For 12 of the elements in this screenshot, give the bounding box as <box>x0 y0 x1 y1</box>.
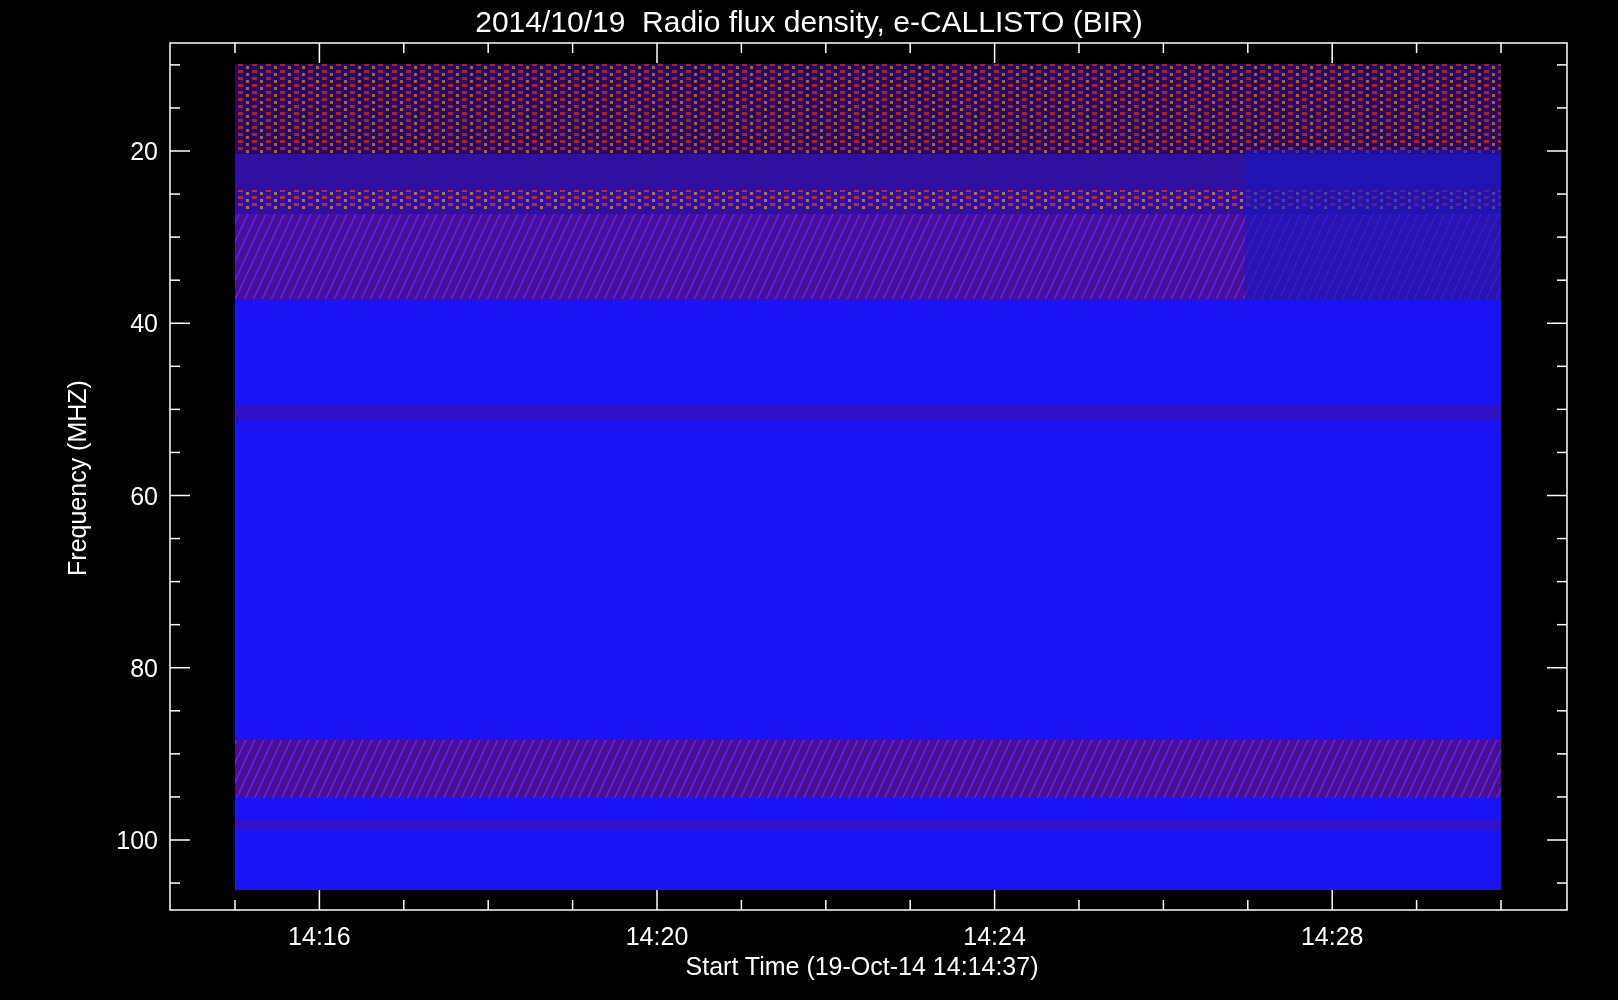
x-tick-label: 14:20 <box>625 922 689 950</box>
y-tick-label: 60 <box>130 481 158 510</box>
chart-title: 2014/10/19 Radio flux density, e-CALLISTO (BIR) <box>475 5 1143 38</box>
y-tick-label: 40 <box>130 309 158 338</box>
x-tick-label: 14:16 <box>288 922 351 950</box>
y-tick-label: 80 <box>130 653 158 682</box>
y-tick-label: 20 <box>130 137 158 165</box>
x-tick-label: 14:24 <box>963 922 1026 950</box>
y-tick-label: 100 <box>116 826 158 854</box>
y-axis-label: Frequency (MHZ) <box>63 380 91 576</box>
x-axis-label: Start Time (19-Oct-14 14:14:37) <box>685 952 1039 980</box>
x-tick-label: 14:28 <box>1300 922 1364 950</box>
